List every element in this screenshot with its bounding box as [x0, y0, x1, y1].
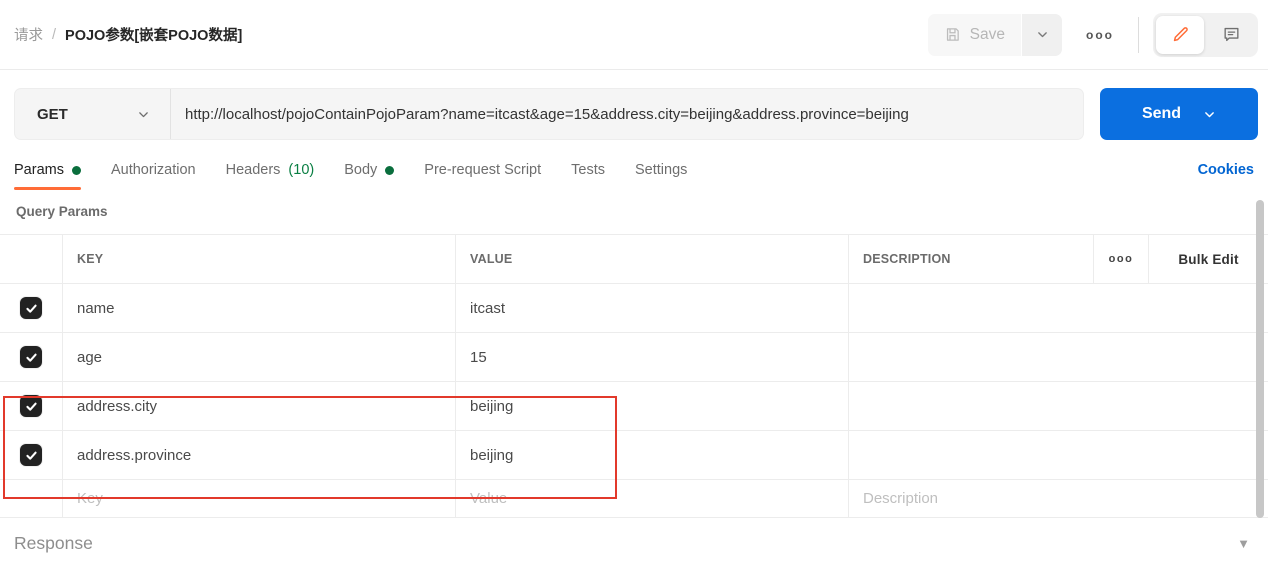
new-param-row: Key Value Description: [0, 480, 1268, 518]
param-value-cell[interactable]: beijing: [455, 431, 848, 479]
method-label: GET: [37, 105, 68, 123]
column-header-key: KEY: [62, 235, 455, 283]
param-value-cell[interactable]: itcast: [455, 284, 848, 332]
tab-headers-label: Headers: [225, 162, 281, 178]
param-value-cell[interactable]: 15: [455, 333, 848, 381]
params-active-dot: [71, 165, 81, 175]
more-options-button[interactable]: ooo: [1076, 20, 1124, 50]
tab-params-label: Params: [14, 162, 64, 178]
pencil-icon: [1171, 25, 1190, 44]
param-key-cell[interactable]: address.province: [62, 431, 455, 479]
chevron-down-icon: [1203, 108, 1216, 121]
save-button-group: Save: [927, 13, 1062, 56]
cookies-link[interactable]: Cookies: [1198, 162, 1254, 190]
param-value-cell[interactable]: beijing: [455, 382, 848, 430]
tab-pre-request-label: Pre-request Script: [424, 162, 542, 178]
edit-mode-button[interactable]: [1156, 15, 1204, 54]
comments-button[interactable]: [1207, 16, 1255, 54]
param-row-address-city: address.city beijing: [0, 382, 1268, 431]
new-key-input[interactable]: Key: [62, 480, 455, 517]
row-checkbox[interactable]: [20, 444, 42, 466]
new-value-input[interactable]: Value: [455, 480, 848, 517]
save-options-button[interactable]: [1022, 13, 1062, 56]
column-header-value: VALUE: [455, 235, 848, 283]
param-key-cell[interactable]: age: [62, 333, 455, 381]
param-description-cell[interactable]: [848, 431, 1268, 479]
request-title[interactable]: POJO参数[嵌套POJO数据]: [65, 24, 242, 45]
tab-headers[interactable]: Headers (10): [226, 162, 315, 190]
header-select-cell: [0, 235, 62, 283]
tab-tests[interactable]: Tests: [571, 162, 605, 190]
send-button-label: Send: [1141, 105, 1182, 122]
chevron-down-icon: [137, 108, 150, 121]
new-description-input[interactable]: Description: [848, 480, 1268, 517]
tab-params[interactable]: Params: [14, 162, 81, 190]
method-url-container: GET: [14, 88, 1084, 140]
tab-body[interactable]: Body: [344, 162, 395, 190]
send-button[interactable]: Send: [1100, 88, 1258, 140]
table-header-row: KEY VALUE DESCRIPTION ooo Bulk Edit: [0, 235, 1268, 284]
param-row-name: name itcast: [0, 284, 1268, 333]
tab-authorization-label: Authorization: [110, 162, 196, 178]
pane-toggle-group: [1153, 12, 1258, 57]
request-builder-page: 请求 / POJO参数[嵌套POJO数据] Save ooo GET http:…: [0, 0, 1268, 579]
toolbar-divider: [1138, 16, 1139, 53]
tab-settings[interactable]: Settings: [635, 162, 687, 190]
save-button[interactable]: Save: [927, 13, 1021, 56]
query-params-heading: Query Params: [16, 204, 108, 219]
save-button-label: Save: [969, 25, 1005, 43]
param-description-cell[interactable]: [848, 382, 1268, 430]
column-header-description: DESCRIPTION: [848, 235, 1093, 283]
bulk-edit-button[interactable]: Bulk Edit: [1148, 235, 1268, 283]
request-tabs: Params Authorization Headers (10) Body P…: [14, 162, 1254, 190]
tab-pre-request-script[interactable]: Pre-request Script: [424, 162, 541, 190]
param-description-cell[interactable]: [848, 284, 1268, 332]
body-active-dot: [385, 165, 395, 175]
comment-icon: [1222, 25, 1241, 44]
chevron-down-icon: [1036, 28, 1049, 41]
param-row-age: age 15: [0, 333, 1268, 382]
collapse-response-icon[interactable]: ▼: [1237, 536, 1250, 551]
headers-count-badge: (10): [288, 162, 315, 178]
tab-tests-label: Tests: [571, 162, 605, 178]
breadcrumb: 请求 / POJO参数[嵌套POJO数据]: [14, 24, 242, 45]
header-actions: Save ooo: [927, 12, 1258, 57]
breadcrumb-separator: /: [52, 26, 57, 43]
param-row-address-province: address.province beijing: [0, 431, 1268, 480]
row-checkbox[interactable]: [20, 346, 42, 368]
params-more-options-button[interactable]: ooo: [1093, 235, 1148, 283]
param-key-cell[interactable]: name: [62, 284, 455, 332]
tab-body-label: Body: [344, 162, 378, 178]
param-description-cell[interactable]: [848, 333, 1268, 381]
row-checkbox[interactable]: [20, 297, 42, 319]
response-heading: Response: [14, 533, 93, 553]
breadcrumb-collection: 请求: [14, 28, 43, 44]
request-header-bar: 请求 / POJO参数[嵌套POJO数据] Save ooo: [0, 0, 1268, 70]
request-url-bar: GET Send: [14, 88, 1258, 140]
row-checkbox[interactable]: [20, 395, 42, 417]
new-row-select-cell: [0, 480, 62, 517]
vertical-scrollbar[interactable]: [1256, 200, 1264, 518]
query-params-table: KEY VALUE DESCRIPTION ooo Bulk Edit name…: [0, 234, 1268, 518]
tab-settings-label: Settings: [634, 162, 688, 178]
url-input[interactable]: [171, 89, 1083, 139]
method-selector[interactable]: GET: [15, 89, 171, 139]
response-section-header: Response ▼: [0, 518, 1268, 554]
save-icon: [944, 26, 961, 43]
tab-authorization[interactable]: Authorization: [111, 162, 196, 190]
param-key-cell[interactable]: address.city: [62, 382, 455, 430]
